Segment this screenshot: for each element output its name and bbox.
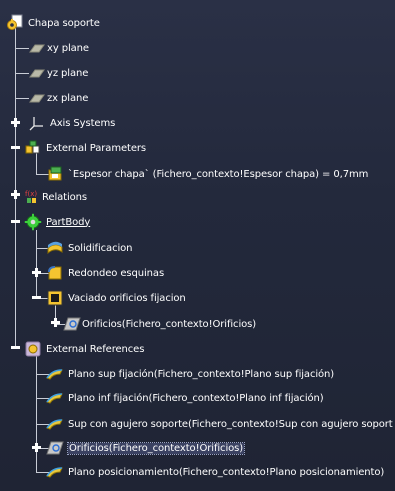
- tree-node-plano-inf[interactable]: Plano inf fijación(Fichero_contexto!Plan…: [46, 387, 324, 409]
- tree-node-relations[interactable]: f(x) Relations: [24, 186, 87, 208]
- collapse-icon[interactable]: [32, 293, 41, 302]
- tree-node-label: Plano sup fijación(Fichero_contexto!Plan…: [68, 368, 335, 380]
- tree-connector: [36, 230, 37, 298]
- tree-node-sup-con-agujero[interactable]: Sup con agujero soporte(Fichero_contexto…: [46, 413, 393, 435]
- tree-node-label: Sup con agujero soporte(Fichero_contexto…: [68, 418, 393, 430]
- parameters-icon: [24, 139, 42, 157]
- tree-node-xy-plane[interactable]: xy plane: [28, 37, 89, 59]
- tree-node-axis-systems[interactable]: Axis Systems: [28, 112, 115, 134]
- tree-node-redondeo-esquinas[interactable]: Redondeo esquinas: [46, 262, 164, 284]
- tree-node-label: zx plane: [47, 92, 89, 104]
- tree-node-label: Solidificacion: [68, 242, 133, 254]
- plane-icon: [28, 64, 46, 82]
- part-document-icon: [6, 14, 24, 32]
- plane-icon: [28, 89, 46, 107]
- tree-node-orificios-ref[interactable]: Orificios(Fichero_contexto!Orificios): [46, 437, 246, 459]
- expand-icon[interactable]: [51, 318, 60, 327]
- tree-connector: [15, 28, 16, 348]
- tree-node-label: Orificios(Fichero_contexto!Orificios): [66, 441, 246, 455]
- collapse-icon[interactable]: [11, 217, 20, 226]
- tree-connector: [15, 98, 29, 99]
- relations-icon: f(x): [24, 188, 42, 206]
- collapse-icon[interactable]: [11, 143, 20, 152]
- tree-node-label: Plano inf fijación(Fichero_contexto!Plan…: [68, 392, 324, 404]
- tree-connector: [15, 73, 29, 74]
- expand-icon[interactable]: [32, 443, 41, 452]
- tree-node-label: Axis Systems: [50, 117, 116, 129]
- tree-node-espesor-chapa[interactable]: `Espesor chapa` (Fichero_contexto!Espeso…: [46, 163, 368, 185]
- tree-node-external-references[interactable]: External References: [24, 338, 144, 360]
- tree-node-label: External Parameters: [46, 142, 147, 154]
- tree-node-external-parameters[interactable]: External Parameters: [24, 137, 146, 159]
- tree-node-yz-plane[interactable]: yz plane: [28, 62, 88, 84]
- tree-node-label: yz plane: [47, 67, 89, 79]
- fillet-icon: [46, 264, 64, 282]
- tree-node-label: xy plane: [47, 42, 89, 54]
- tree-node-label: External References: [46, 343, 145, 355]
- collapse-icon[interactable]: [11, 343, 20, 352]
- svg-text:f(x): f(x): [25, 190, 37, 198]
- tree-node-solidificacion[interactable]: Solidificacion: [46, 237, 133, 259]
- plane-icon: [28, 39, 46, 57]
- tree-node-vaciado-orificios[interactable]: Vaciado orificios fijacion: [46, 287, 186, 309]
- tree-node-zx-plane[interactable]: zx plane: [28, 87, 88, 109]
- tree-node-label: `Espesor chapa` (Fichero_contexto!Espeso…: [68, 168, 369, 180]
- surface-icon: [46, 415, 64, 433]
- tree-node-label: Plano posicionamiento(Fichero_contexto!P…: [68, 466, 385, 478]
- gear-body-icon: [24, 213, 42, 231]
- solidify-icon: [46, 239, 64, 257]
- external-references-icon: [24, 340, 42, 358]
- surface-icon: [46, 463, 64, 481]
- tree-node-label: Redondeo esquinas: [68, 267, 165, 279]
- surface-icon: [46, 365, 64, 383]
- tree-connector: [15, 48, 29, 49]
- tree-node-label: Relations: [42, 191, 88, 203]
- tree-node-plano-sup[interactable]: Plano sup fijación(Fichero_contexto!Plan…: [46, 363, 334, 385]
- axis-system-icon: [28, 114, 46, 132]
- sketch-icon: [46, 439, 64, 457]
- pocket-icon: [46, 289, 64, 307]
- tree-node-partbody[interactable]: PartBody: [24, 211, 90, 233]
- specification-tree[interactable]: Chapa soporte xy plane yz plane zx plane…: [0, 0, 395, 491]
- parameter-value-icon: [46, 165, 64, 183]
- tree-node-plano-posicionamiento[interactable]: Plano posicionamiento(Fichero_contexto!P…: [46, 461, 384, 483]
- tree-node-root[interactable]: Chapa soporte: [6, 12, 100, 34]
- tree-node-label: Chapa soporte: [28, 17, 100, 29]
- surface-icon: [46, 389, 64, 407]
- tree-node-orificios-sketch[interactable]: Orificios(Fichero_contexto!Orificios): [63, 313, 256, 335]
- expand-icon[interactable]: [32, 268, 41, 277]
- expand-icon[interactable]: [11, 118, 20, 127]
- expand-icon[interactable]: [11, 190, 20, 199]
- tree-node-label: Orificios(Fichero_contexto!Orificios): [82, 318, 257, 330]
- tree-node-label: PartBody: [46, 216, 91, 228]
- tree-node-label: Vaciado orificios fijacion: [68, 292, 186, 304]
- sketch-icon: [63, 315, 81, 333]
